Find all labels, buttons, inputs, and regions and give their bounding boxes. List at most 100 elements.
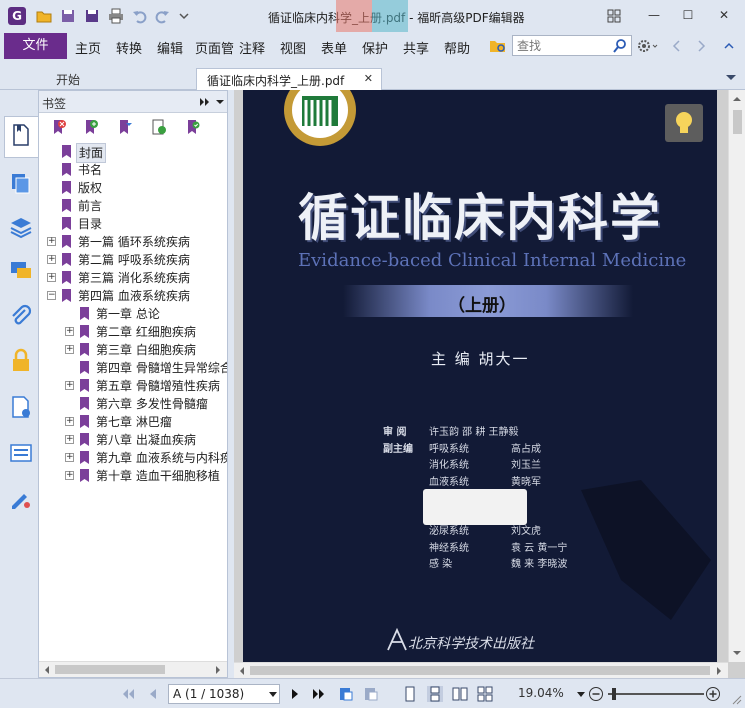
close-button[interactable]: ✕ (716, 8, 732, 22)
comments-icon[interactable] (8, 258, 34, 284)
bookmark-item[interactable]: 第一章 总论 (39, 305, 227, 323)
bookmark-item[interactable]: + 第十章 造血干细胞移植 (39, 467, 227, 485)
bookmark-item[interactable]: − 第四篇 血液系统疾病 (39, 287, 227, 305)
menu-form[interactable]: 表单 (321, 38, 347, 57)
zoom-slider-track[interactable] (608, 693, 704, 695)
lock-icon[interactable] (8, 348, 34, 374)
facing-view-icon[interactable] (452, 686, 468, 702)
menu-comment[interactable]: 注释 (239, 38, 265, 57)
menu-convert[interactable]: 转换 (116, 38, 142, 57)
undo-icon[interactable] (132, 8, 148, 24)
attachment-icon[interactable] (8, 304, 34, 330)
ribbon-collapse-icon[interactable] (722, 38, 736, 54)
bookmark-item[interactable]: 第四章 骨髓增生异常综合 (39, 359, 227, 377)
pages-thumbnail-icon[interactable] (8, 170, 34, 196)
document-vertical-scrollbar[interactable] (728, 90, 745, 662)
document-view[interactable]: 循证临床内科学 Evidance-baced Clinical Internal… (234, 90, 745, 678)
bookmark-item[interactable]: + 第三章 白细胞疾病 (39, 341, 227, 359)
bookmark-item[interactable]: + 第七章 淋巴瘤 (39, 413, 227, 431)
zoom-level[interactable]: 19.04% (518, 686, 564, 700)
bookmark-horizontal-scrollbar[interactable] (39, 661, 227, 677)
expand-toggle-icon[interactable]: + (65, 327, 74, 336)
first-page-icon[interactable] (120, 686, 136, 702)
bookmark-item[interactable]: 封面 (39, 143, 227, 163)
zoom-dropdown-icon[interactable] (576, 691, 586, 699)
zoom-slider-thumb[interactable] (612, 688, 616, 700)
gear-icon[interactable] (637, 38, 659, 54)
expand-toggle-icon[interactable]: + (65, 381, 74, 390)
bookmark-item[interactable]: + 第一篇 循环系统疾病 (39, 233, 227, 251)
panel-expand-icon[interactable] (199, 97, 211, 107)
bookmark-panel-icon[interactable] (8, 122, 34, 148)
scroll-down-icon[interactable] (732, 648, 742, 658)
bookmark-item[interactable]: + 第五章 骨髓增殖性疾病 (39, 377, 227, 395)
bookmark-item[interactable]: + 第九章 血液系统与内科疾 (39, 449, 227, 467)
menu-help[interactable]: 帮助 (444, 38, 470, 57)
maximize-button[interactable]: ☐ (680, 8, 696, 22)
add-bookmark-icon[interactable] (83, 119, 99, 135)
menu-home[interactable]: 主页 (75, 38, 101, 57)
page-dropdown-icon[interactable] (268, 691, 278, 699)
promote-bookmark-icon[interactable] (117, 119, 133, 135)
bookmark-item[interactable]: 目录 (39, 215, 227, 233)
menu-protect[interactable]: 保护 (362, 38, 388, 57)
extract-page-icon[interactable] (338, 686, 354, 702)
bookmark-item[interactable]: 书名 (39, 161, 227, 179)
redo-icon[interactable] (154, 8, 170, 24)
next-result-icon[interactable] (695, 38, 709, 54)
pdf-page[interactable]: 循证临床内科学 Evidance-baced Clinical Internal… (243, 90, 717, 662)
collapse-toggle-icon[interactable]: − (47, 291, 56, 300)
restore-layout-icon[interactable] (606, 8, 622, 24)
document-horizontal-scrollbar[interactable] (234, 662, 728, 678)
single-page-view-icon[interactable] (402, 686, 418, 702)
bookmark-item[interactable]: 版权 (39, 179, 227, 197)
expand-toggle-icon[interactable]: + (47, 273, 56, 282)
tab-list-icon[interactable] (724, 70, 738, 84)
bookmark-item[interactable]: + 第二篇 呼吸系统疾病 (39, 251, 227, 269)
menu-page-manage[interactable]: 页面管 (195, 38, 235, 57)
horizontal-scrollbar-thumb[interactable] (250, 666, 710, 675)
tab-document[interactable]: 循证临床内科学_上册.pdf ✕ (196, 68, 382, 90)
previous-page-icon[interactable] (145, 686, 161, 702)
resize-grip-icon[interactable] (730, 693, 742, 705)
save-as-icon[interactable] (84, 8, 100, 24)
new-bookmark-from-page-icon[interactable] (151, 119, 167, 135)
bookmark-item[interactable]: + 第二章 红细胞疾病 (39, 323, 227, 341)
expand-toggle-icon[interactable]: + (65, 417, 74, 426)
chevron-down-icon[interactable] (176, 8, 192, 24)
expand-toggle-icon[interactable]: + (47, 237, 56, 246)
open-folder-icon[interactable] (36, 8, 52, 24)
expand-toggle-icon[interactable]: + (65, 453, 74, 462)
layers-icon[interactable] (8, 214, 34, 240)
find-bookmark-icon[interactable] (185, 119, 201, 135)
scroll-up-icon[interactable] (732, 94, 742, 104)
scroll-left-icon[interactable] (42, 665, 52, 675)
scroll-right-icon[interactable] (213, 665, 223, 675)
zoom-out-icon[interactable] (588, 686, 604, 702)
close-tab-icon[interactable]: ✕ (364, 72, 373, 85)
expand-toggle-icon[interactable]: + (65, 345, 74, 354)
page-number-select[interactable]: A (1 / 1038) (168, 684, 280, 704)
smart-tips-button[interactable] (665, 104, 703, 142)
menu-share[interactable]: 共享 (403, 38, 429, 57)
doc-scroll-right-icon[interactable] (714, 666, 724, 676)
bookmark-item[interactable]: 第六章 多发性骨髓瘤 (39, 395, 227, 413)
save-icon[interactable] (60, 8, 76, 24)
bookmark-item[interactable]: + 第三篇 消化系统疾病 (39, 269, 227, 287)
bookmark-item[interactable]: 前言 (39, 197, 227, 215)
fields-icon[interactable] (8, 440, 34, 466)
continuous-facing-view-icon[interactable] (477, 686, 493, 702)
bookmark-item[interactable]: + 第八章 出凝血疾病 (39, 431, 227, 449)
continuous-view-icon[interactable] (427, 686, 443, 702)
signature-icon[interactable] (8, 486, 34, 512)
minimize-button[interactable]: — (646, 8, 662, 22)
expand-toggle-icon[interactable]: + (65, 471, 74, 480)
print-icon[interactable] (108, 8, 124, 24)
menu-view[interactable]: 视图 (280, 38, 306, 57)
prev-result-icon[interactable] (669, 38, 683, 54)
content-icon[interactable] (8, 394, 34, 420)
app-icon[interactable]: G (8, 7, 26, 25)
menu-edit[interactable]: 编辑 (157, 38, 183, 57)
expand-toggle-icon[interactable]: + (65, 435, 74, 444)
next-page-icon[interactable] (287, 686, 303, 702)
